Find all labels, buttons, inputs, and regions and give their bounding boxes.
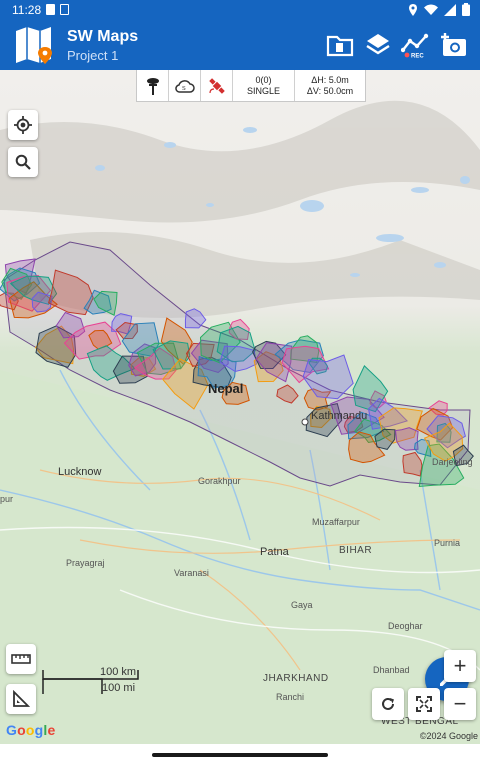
fullscreen-icon <box>416 696 432 712</box>
satellite-status-cell[interactable] <box>201 70 233 101</box>
map-label-muzaffarpur: Muzaffarpur <box>312 517 360 527</box>
ruler-icon <box>11 654 31 664</box>
location-icon <box>409 3 417 16</box>
sd-card-icon <box>46 4 55 15</box>
home-gesture-handle[interactable] <box>152 753 328 757</box>
signal-icon <box>444 3 456 16</box>
gnss-antenna-icon <box>146 77 159 95</box>
gnss-receiver-cell[interactable] <box>137 70 169 101</box>
horizontal-accuracy: ΔH: 5.0m <box>311 74 349 85</box>
project-name: Project 1 <box>67 48 119 63</box>
navigation-bar <box>0 744 480 768</box>
position-mode: SINGLE <box>246 85 280 96</box>
my-location-button[interactable] <box>8 110 38 140</box>
map-label-jharkhand: JHARKHAND <box>263 673 329 684</box>
scale-bar: 100 km 100 mi <box>42 666 142 700</box>
map-label-purnia: Purnia <box>434 538 461 548</box>
map-label-kathmandu: Kathmandu <box>311 410 368 422</box>
measure-distance-button[interactable] <box>6 644 36 674</box>
map-label-deoghar: Deoghar <box>388 621 423 631</box>
scale-mi-label: 100 mi <box>102 682 136 694</box>
map-label-ranchi: Ranchi <box>276 692 305 702</box>
google-logo-letter: o <box>17 722 26 738</box>
map-copyright: ©2024 Google <box>419 731 478 741</box>
accuracy-cell[interactable]: ΔH: 5.0m ΔV: 50.0cm <box>295 70 365 101</box>
app-title: SW Maps <box>67 28 139 45</box>
status-bar: 11:28 <box>0 0 480 20</box>
measure-area-button[interactable] <box>6 684 36 714</box>
layers-icon[interactable] <box>364 32 392 58</box>
wifi-icon <box>424 4 438 15</box>
projects-folder-icon[interactable] <box>326 32 354 58</box>
google-logo-letter: G <box>6 722 18 738</box>
rotate-reset-button[interactable] <box>372 688 404 720</box>
map-label-prayagraj: Prayagraj <box>66 558 105 568</box>
zoom-to-extent-button[interactable] <box>408 688 440 720</box>
google-logo: Google <box>6 722 55 738</box>
satellite-count: 0(0) <box>255 74 272 85</box>
square-icon <box>60 4 69 15</box>
zoom-in-button[interactable]: + <box>444 650 476 682</box>
battery-icon <box>462 3 470 16</box>
google-logo-letter: e <box>47 722 56 738</box>
map-label-darjeeling: Darjeeling <box>432 457 473 467</box>
map-label-bihar: BIHAR <box>339 545 373 556</box>
set-square-icon <box>13 690 30 707</box>
svg-text:REC: REC <box>411 54 424 59</box>
map-view[interactable]: Nepal Kathmandu Lucknow Patna Darjeeling… <box>0 70 480 744</box>
map-label-country: Nepal <box>208 381 244 396</box>
map-label-gaya: Gaya <box>291 600 313 610</box>
google-logo-letter: o <box>25 722 35 738</box>
crosshair-icon <box>14 116 32 134</box>
ntrip-cell[interactable]: S <box>169 70 201 101</box>
add-photo-icon[interactable] <box>440 32 468 58</box>
satellite-icon <box>208 77 225 94</box>
search-icon <box>15 154 31 170</box>
map-label-varanasi: Varanasi <box>174 568 209 578</box>
cloud-icon: S <box>174 79 195 93</box>
refresh-icon <box>382 697 394 710</box>
record-track-icon[interactable]: REC <box>401 32 431 58</box>
zoom-out-button[interactable]: − <box>444 688 476 720</box>
search-button[interactable] <box>8 147 38 177</box>
app-bar: SW Maps Project 1 REC <box>0 20 480 70</box>
map-label-gorakhpur: Gorakhpur <box>198 476 241 486</box>
map-label-patna: Patna <box>260 546 289 558</box>
map-label-dhanbad: Dhanbad <box>373 665 410 675</box>
svg-text:S: S <box>182 86 186 92</box>
map-label-lucknow: Lucknow <box>58 466 102 478</box>
vertical-accuracy: ΔV: 50.0cm <box>306 85 354 96</box>
sw-maps-logo-icon <box>16 27 52 64</box>
gnss-status-bar[interactable]: S 0(0) SINGLE ΔH: 5.0m ΔV: 50.0cm <box>136 70 366 102</box>
scale-km-label: 100 km <box>100 666 137 678</box>
map-label-pur: pur <box>0 494 14 504</box>
fix-info-cell[interactable]: 0(0) SINGLE <box>233 70 295 101</box>
status-time: 11:28 <box>12 3 42 17</box>
